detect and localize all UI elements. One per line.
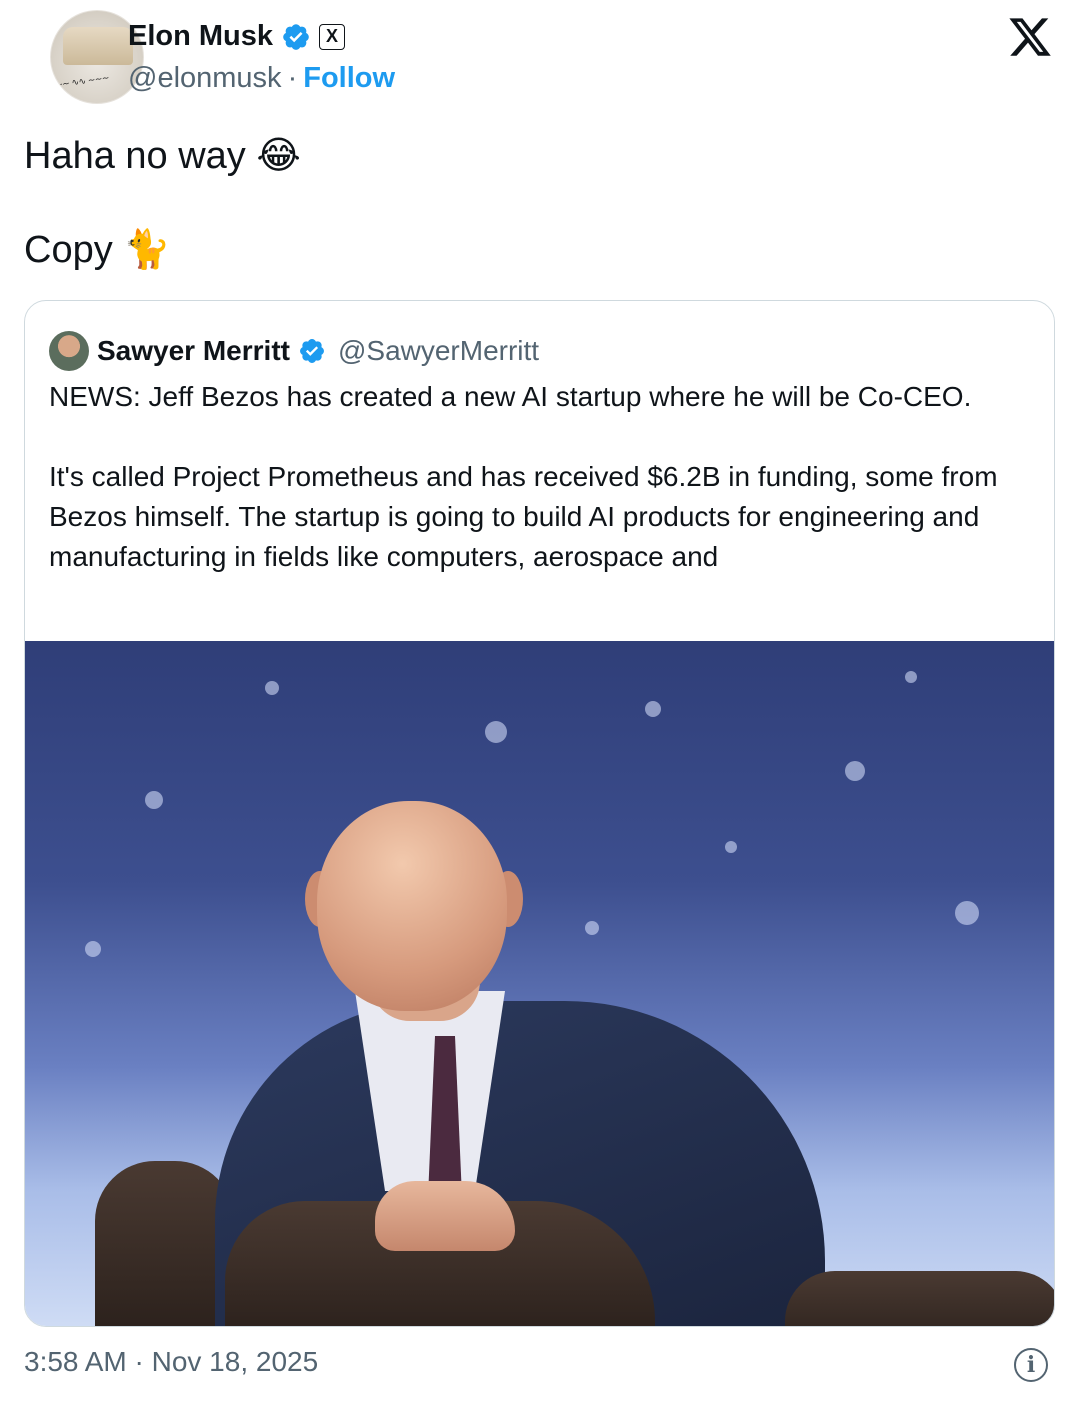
- author-name[interactable]: Elon Musk: [128, 20, 273, 53]
- bokeh-speck: [85, 941, 101, 957]
- quoted-paragraph-1: NEWS: Jeff Bezos has created a new AI st…: [49, 381, 972, 412]
- bokeh-speck: [845, 761, 865, 781]
- chair-right-arm: [785, 1271, 1054, 1326]
- tweet-line-2: Copy 🐈: [24, 229, 171, 271]
- verified-badge-icon: [283, 23, 309, 50]
- author-handle-row: @elonmusk · Follow: [128, 62, 395, 95]
- bokeh-speck: [485, 721, 507, 743]
- verified-badge-icon: [300, 339, 324, 363]
- avatar-cap-shape: [63, 27, 133, 65]
- bokeh-speck: [905, 671, 917, 683]
- quoted-avatar[interactable]: [49, 331, 89, 371]
- separator-dot: ·: [287, 62, 298, 94]
- quoted-text: NEWS: Jeff Bezos has created a new AI st…: [49, 377, 1039, 577]
- tweet-line-1: Haha no way 😂: [24, 135, 301, 177]
- bokeh-speck: [725, 841, 737, 853]
- author-name-row: Elon Musk X: [128, 20, 346, 53]
- bokeh-speck: [585, 921, 599, 935]
- quoted-photo[interactable]: [25, 641, 1054, 1326]
- x-affiliate-badge-icon: X: [319, 23, 346, 50]
- x-logo-icon[interactable]: [1006, 14, 1054, 60]
- quoted-paragraph-2: It's called Project Prometheus and has r…: [49, 461, 998, 572]
- quoted-header: Sawyer Merritt @SawyerMerritt: [49, 331, 539, 371]
- bokeh-speck: [955, 901, 979, 925]
- head: [317, 801, 507, 1011]
- info-icon[interactable]: i: [1014, 1348, 1048, 1382]
- bokeh-speck: [145, 791, 163, 809]
- hand: [375, 1181, 515, 1251]
- follow-button[interactable]: Follow: [303, 62, 395, 95]
- quoted-author-name[interactable]: Sawyer Merritt: [97, 335, 290, 367]
- tweet-text: Haha no way 😂 Copy 🐈: [24, 132, 301, 274]
- quoted-author-handle[interactable]: @SawyerMerritt: [338, 335, 539, 367]
- chair-left-arm: [95, 1161, 235, 1326]
- bokeh-speck: [265, 681, 279, 695]
- bokeh-speck: [645, 701, 661, 717]
- author-handle[interactable]: @elonmusk: [128, 62, 282, 95]
- tweet-timestamp[interactable]: 3:58 AM · Nov 18, 2025: [24, 1346, 318, 1378]
- quoted-tweet[interactable]: Sawyer Merritt @SawyerMerritt NEWS: Jeff…: [24, 300, 1055, 1327]
